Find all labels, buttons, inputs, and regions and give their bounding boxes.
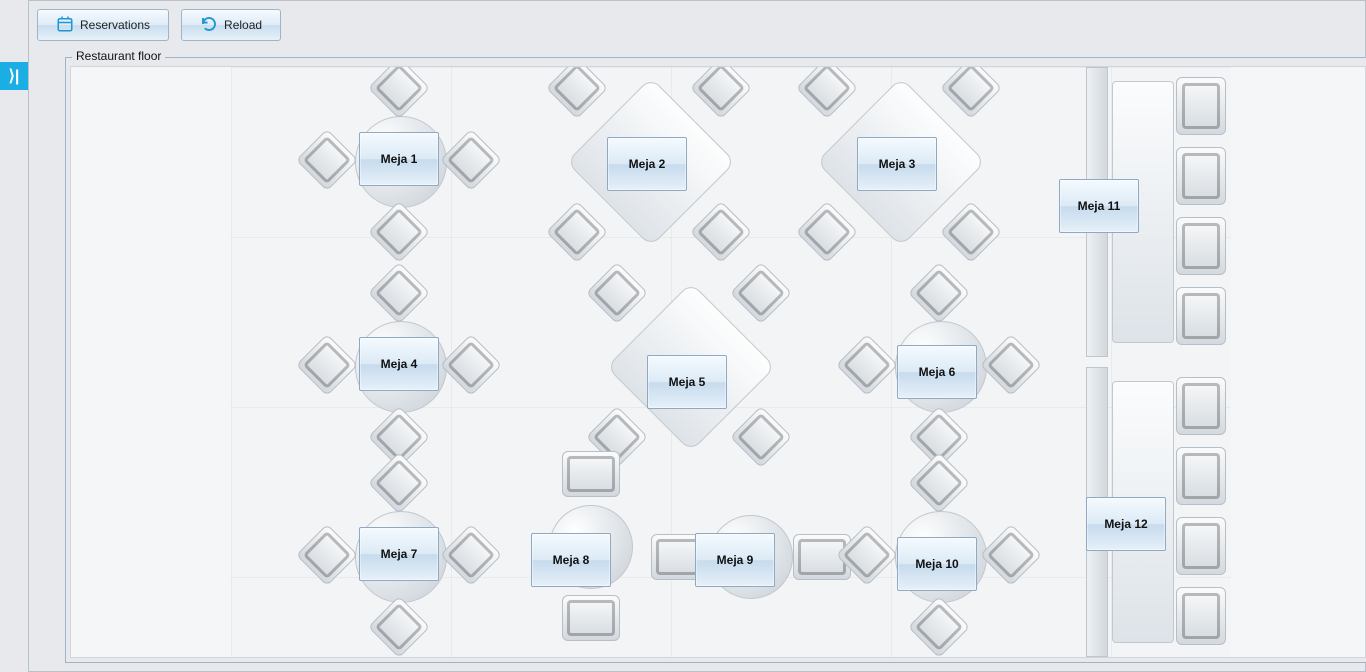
- sidebar-expand-tab[interactable]: ⟩|: [0, 62, 28, 90]
- floor-viewport[interactable]: Meja 1 Meja 2 Meja 3 Meja 4 Meja 5 Meja …: [70, 66, 1366, 658]
- table-button-9[interactable]: Meja 9: [695, 533, 775, 587]
- restaurant-floor-panel: Restaurant floor Meja 1 Meja 2 Meja 3 Me…: [65, 57, 1366, 663]
- reload-button[interactable]: Reload: [181, 9, 281, 41]
- calendar-icon: [56, 15, 74, 36]
- table-button-6[interactable]: Meja 6: [897, 345, 977, 399]
- table-button-5[interactable]: Meja 5: [647, 355, 727, 409]
- table-button-4[interactable]: Meja 4: [359, 337, 439, 391]
- table-button-7[interactable]: Meja 7: [359, 527, 439, 581]
- reservations-button-label: Reservations: [80, 18, 150, 32]
- table-button-3[interactable]: Meja 3: [857, 137, 937, 191]
- table-button-8[interactable]: Meja 8: [531, 533, 611, 587]
- table-button-1[interactable]: Meja 1: [359, 132, 439, 186]
- table-button-12[interactable]: Meja 12: [1086, 497, 1166, 551]
- chevron-right-icon: ⟩|: [9, 66, 20, 86]
- panel-title: Restaurant floor: [72, 49, 165, 63]
- reservations-button[interactable]: Reservations: [37, 9, 169, 41]
- floor-plan: Meja 1 Meja 2 Meja 3 Meja 4 Meja 5 Meja …: [231, 67, 1231, 657]
- table-button-11[interactable]: Meja 11: [1059, 179, 1139, 233]
- table-button-10[interactable]: Meja 10: [897, 537, 977, 591]
- table-button-2[interactable]: Meja 2: [607, 137, 687, 191]
- reload-icon: [200, 15, 218, 36]
- toolbar: Reservations Reload: [29, 1, 1365, 45]
- main-panel: Reservations Reload Restaurant floor Mej…: [28, 0, 1366, 672]
- reload-button-label: Reload: [224, 18, 262, 32]
